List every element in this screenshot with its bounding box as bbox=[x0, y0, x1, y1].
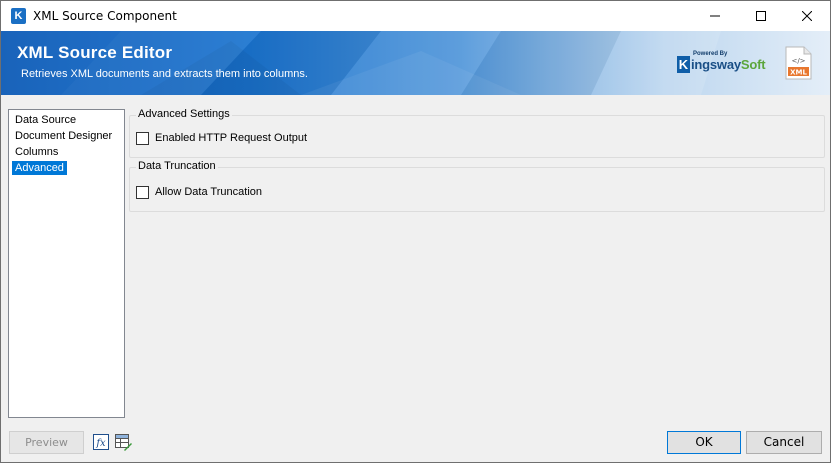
table-edit-icon bbox=[115, 434, 132, 451]
nav-item-advanced[interactable]: Advanced bbox=[12, 161, 67, 175]
ok-button[interactable]: OK bbox=[667, 431, 741, 454]
app-icon: K bbox=[11, 8, 26, 24]
section-nav-list[interactable]: Data Source Document Designer Columns Ad… bbox=[8, 109, 125, 418]
maximize-icon bbox=[756, 11, 766, 21]
nav-item-document-designer[interactable]: Document Designer bbox=[12, 129, 115, 143]
maximize-button[interactable] bbox=[738, 1, 784, 31]
nav-item-data-source[interactable]: Data Source bbox=[12, 113, 79, 127]
xml-file-graphic: </> XML bbox=[785, 46, 812, 80]
preview-button[interactable]: Preview bbox=[9, 431, 84, 454]
xml-file-icon: </> XML bbox=[785, 46, 812, 80]
nav-item-columns[interactable]: Columns bbox=[12, 145, 61, 159]
minimize-button[interactable] bbox=[692, 1, 738, 31]
banner-subtitle: Retrieves XML documents and extracts the… bbox=[21, 68, 308, 80]
advanced-settings-label: Advanced Settings bbox=[136, 108, 232, 120]
brand-name-secondary: Soft bbox=[740, 57, 766, 72]
expression-fx-icon[interactable]: fx bbox=[93, 434, 109, 450]
brand-k-mark: K bbox=[677, 56, 690, 73]
fx-icon: fx bbox=[93, 434, 109, 450]
xml-file-glyph: </> bbox=[791, 57, 805, 65]
kingswaysoft-logo: Powered By K ingswaySoft bbox=[677, 51, 766, 77]
brand-name-primary: ingsway bbox=[691, 57, 741, 72]
advanced-settings-group: Advanced Settings Enabled HTTP Request O… bbox=[129, 108, 825, 158]
http-output-option[interactable]: Enabled HTTP Request Output bbox=[136, 131, 307, 145]
allow-truncation-label[interactable]: Allow Data Truncation bbox=[155, 186, 262, 198]
minimize-icon bbox=[710, 15, 720, 17]
close-button[interactable] bbox=[784, 1, 830, 31]
brand-wordmark: ingswaySoft bbox=[691, 57, 766, 72]
data-truncation-group: Data Truncation Allow Data Truncation bbox=[129, 160, 825, 212]
title-bar[interactable]: K XML Source Component bbox=[1, 1, 830, 31]
close-icon bbox=[802, 11, 812, 21]
http-output-label[interactable]: Enabled HTTP Request Output bbox=[155, 132, 307, 144]
variables-grid-icon[interactable] bbox=[115, 434, 132, 451]
svg-text:fx: fx bbox=[95, 438, 106, 449]
http-output-checkbox[interactable] bbox=[136, 131, 149, 145]
banner-title: XML Source Editor bbox=[17, 43, 173, 62]
xml-file-badge: XML bbox=[790, 69, 807, 77]
data-truncation-label: Data Truncation bbox=[136, 160, 218, 172]
header-banner: XML Source Editor Retrieves XML document… bbox=[1, 31, 830, 95]
allow-truncation-option[interactable]: Allow Data Truncation bbox=[136, 185, 262, 199]
allow-truncation-checkbox[interactable] bbox=[136, 185, 149, 199]
cancel-button[interactable]: Cancel bbox=[746, 431, 822, 454]
dialog-window: K XML Source Component XML Source Editor… bbox=[0, 0, 831, 463]
window-title: XML Source Component bbox=[33, 9, 177, 23]
